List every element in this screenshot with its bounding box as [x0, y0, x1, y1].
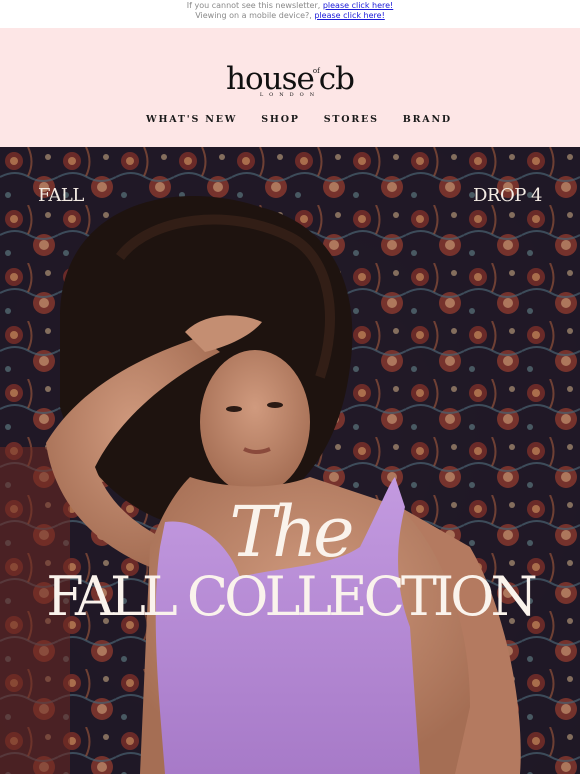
hero-banner[interactable]: FALL DROP 4 The FALL COLLECTION [0, 147, 580, 774]
view-in-browser-link[interactable]: please click here! [323, 1, 393, 10]
preheader-line-2: Viewing on a mobile device?, please clic… [0, 11, 580, 21]
hero-right-label: DROP 4 [472, 185, 543, 206]
preheader-text-1: If you cannot see this newsletter, [186, 1, 321, 10]
mobile-view-link[interactable]: please click here! [314, 11, 384, 20]
preheader: If you cannot see this newsletter, pleas… [0, 0, 580, 28]
hero-photo [0, 147, 580, 774]
preheader-line-1: If you cannot see this newsletter, pleas… [0, 1, 580, 11]
main-nav: WHAT'S NEW SHOP STORES BRAND [0, 114, 580, 125]
preheader-text-2: Viewing on a mobile device?, [195, 11, 312, 20]
nav-item-stores[interactable]: STORES [324, 114, 379, 125]
logo-subtitle: LONDON [259, 92, 321, 98]
nav-item-whats-new[interactable]: WHAT'S NEW [146, 114, 237, 125]
hero-left-label: FALL [38, 185, 84, 206]
hero-script-title: The [229, 491, 354, 573]
nav-item-shop[interactable]: SHOP [261, 114, 299, 125]
nav-item-brand[interactable]: BRAND [403, 114, 452, 125]
brand-header: houseofcb LONDON WHAT'S NEW SHOP STORES … [0, 28, 580, 147]
brand-logo[interactable]: houseofcb [0, 54, 580, 96]
hero-main-title: FALL COLLECTION [46, 565, 538, 628]
